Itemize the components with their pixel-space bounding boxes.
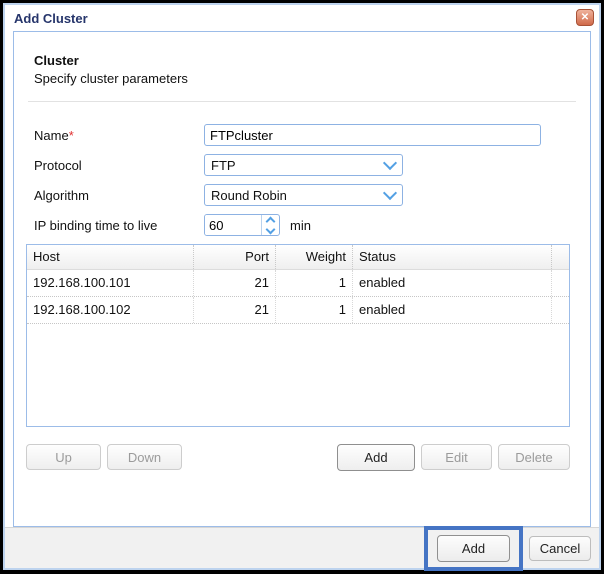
spinner-down-button[interactable] — [262, 225, 279, 235]
spinner-up-button[interactable] — [262, 215, 279, 225]
column-header-status[interactable]: Status — [353, 245, 552, 269]
cell-weight: 1 — [276, 297, 353, 323]
dialog-footer: Add Cancel — [5, 527, 599, 568]
protocol-row: Protocol FTP — [34, 154, 570, 176]
highlight-annotation: Add — [424, 526, 523, 571]
panel-heading: Cluster — [34, 53, 570, 68]
protocol-dropdown-trigger[interactable] — [380, 157, 400, 173]
grid-button-row: Up Down Add Edit Delete — [26, 444, 570, 471]
titlebar: Add Cluster ✕ — [5, 5, 599, 31]
edit-button[interactable]: Edit — [421, 444, 492, 470]
protocol-value: FTP — [211, 158, 236, 173]
ttl-spinner — [204, 214, 280, 236]
cell-status: enabled — [353, 297, 552, 323]
column-header-weight[interactable]: Weight — [276, 245, 353, 269]
down-button[interactable]: Down — [107, 444, 182, 470]
cluster-form-panel: Cluster Specify cluster parameters Name*… — [13, 31, 591, 527]
algorithm-select[interactable]: Round Robin — [204, 184, 403, 206]
algorithm-dropdown-trigger[interactable] — [380, 187, 400, 203]
cell-weight: 1 — [276, 270, 353, 296]
up-button[interactable]: Up — [26, 444, 101, 470]
cell-port: 21 — [194, 297, 276, 323]
cell-filler — [552, 270, 569, 296]
window-title: Add Cluster — [14, 11, 88, 26]
table-row[interactable]: 192.168.100.102 21 1 enabled — [27, 297, 569, 324]
column-header-port[interactable]: Port — [194, 245, 276, 269]
delete-button[interactable]: Delete — [498, 444, 570, 470]
chevron-down-icon — [266, 224, 276, 234]
chevron-down-icon — [383, 186, 397, 200]
panel-subheading: Specify cluster parameters — [34, 71, 570, 86]
ttl-row: IP binding time to live min — [34, 214, 570, 236]
algorithm-value: Round Robin — [211, 188, 287, 203]
cell-host: 192.168.100.102 — [27, 297, 194, 323]
name-label: Name* — [34, 128, 204, 143]
cell-filler — [552, 297, 569, 323]
cell-status: enabled — [353, 270, 552, 296]
dialog-frame: Add Cluster ✕ Cluster Specify cluster pa… — [3, 3, 601, 570]
chevron-down-icon — [383, 156, 397, 170]
close-icon: ✕ — [581, 12, 589, 23]
add-host-button[interactable]: Add — [337, 444, 415, 471]
dialog-window: Add Cluster ✕ Cluster Specify cluster pa… — [0, 0, 604, 574]
cell-port: 21 — [194, 270, 276, 296]
cluster-form: Name* Protocol FTP Algorithm Roun — [34, 124, 570, 236]
table-row[interactable]: 192.168.100.101 21 1 enabled — [27, 270, 569, 297]
grid-header: Host Port Weight Status — [27, 245, 569, 270]
header-separator — [28, 101, 576, 102]
cell-host: 192.168.100.101 — [27, 270, 194, 296]
required-asterisk: * — [69, 128, 74, 143]
ttl-unit-label: min — [290, 218, 311, 233]
name-row: Name* — [34, 124, 570, 146]
algorithm-row: Algorithm Round Robin — [34, 184, 570, 206]
button-row-spacer — [188, 444, 331, 471]
column-header-filler — [552, 245, 569, 269]
hosts-grid: Host Port Weight Status 192.168.100.101 … — [26, 244, 570, 427]
protocol-select[interactable]: FTP — [204, 154, 403, 176]
algorithm-label: Algorithm — [34, 188, 204, 203]
name-input[interactable] — [204, 124, 541, 146]
ttl-input[interactable] — [205, 215, 261, 235]
add-cluster-button[interactable]: Add — [437, 535, 510, 562]
cancel-button[interactable]: Cancel — [529, 536, 591, 561]
ttl-spinner-arrows — [261, 215, 279, 235]
protocol-label: Protocol — [34, 158, 204, 173]
close-button[interactable]: ✕ — [576, 9, 594, 26]
ttl-label: IP binding time to live — [34, 218, 204, 233]
column-header-host[interactable]: Host — [27, 245, 194, 269]
